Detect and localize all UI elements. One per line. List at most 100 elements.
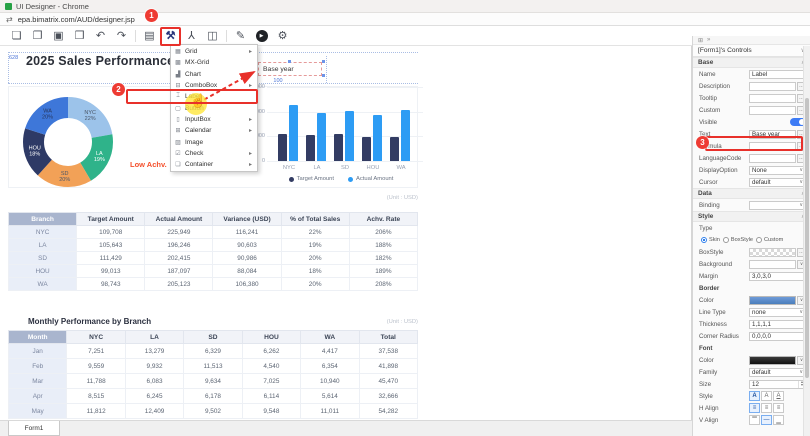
margin-input[interactable] [749,272,806,281]
new-file-icon[interactable]: ❏ [6,28,27,44]
name-input[interactable] [749,70,806,79]
menu-item-grid[interactable]: ▦Grid▸ [171,46,257,57]
table-cell: 9,502 [184,404,242,419]
design-canvas[interactable]: 628 2025 Sales Performance by Branch Bas… [0,46,692,420]
x-axis-label: WA [387,165,415,171]
table-cell: HOU [9,265,77,278]
scrollbar-thumb[interactable] [805,98,809,378]
url-bar[interactable]: ⇄ epa.bimatrix.com/AUD/designer.jsp [0,13,810,26]
custom-radio[interactable] [756,237,762,243]
align-left-button[interactable]: ≡ [749,403,760,413]
valign-middle-button[interactable]: ― [761,415,772,425]
menu-item-container[interactable]: ❏Container▸ [171,159,257,170]
displayoption-select[interactable]: None∨ [749,166,806,175]
menu-item-image[interactable]: ▨Image [171,136,257,147]
save-as-icon[interactable]: ❒ [69,28,90,44]
hierarchy-icon[interactable]: ⅄ [181,28,202,44]
family-select[interactable]: default∨ [749,368,806,377]
column-header: % of Total Sales [281,213,349,226]
row-corner-radius: Corner Radius [693,330,810,342]
table-cell: 9,548 [242,404,300,419]
table-cell: 6,245 [125,389,183,404]
table-row: LA105,643196,24690,60319%188% [9,239,418,252]
align-right-button[interactable]: ≡ [773,403,784,413]
row-font-style: Style A A A [693,390,810,402]
italic-button[interactable]: A [761,391,772,401]
edit-icon[interactable]: ✎ [230,28,251,44]
background-input[interactable] [749,260,796,269]
table-cell: 4,417 [301,344,359,359]
table-row: SD111,429202,41590,98620%182% [9,252,418,265]
menu-item-mx-grid[interactable]: ▩MX-Grid [171,57,257,68]
table-cell: Feb [9,359,67,374]
url-text[interactable]: epa.bimatrix.com/AUD/designer.jsp [18,15,135,24]
boxstyle-swatch[interactable] [749,248,796,257]
bold-button[interactable]: A [749,391,760,401]
menu-item-label: Chart [185,71,249,78]
menu-item-label: Container [185,161,249,168]
section-style[interactable]: Style ∧ [693,211,810,222]
valign-top-button[interactable]: ▔ [749,415,760,425]
bar-la-target [306,135,315,161]
table-cell: 11,513 [184,359,242,374]
valign-bottom-button[interactable]: ▁ [773,415,784,425]
skin-radio[interactable] [701,237,707,243]
window-title: UI Designer - Chrome [16,2,89,11]
section-base[interactable]: Base ∧ [693,57,810,68]
custom-input[interactable] [749,106,796,115]
border-color-swatch[interactable] [749,296,796,305]
align-center-button[interactable]: ≡ [761,403,772,413]
size-label: Size [699,381,749,388]
font-color-swatch[interactable] [749,356,796,365]
dataset-icon[interactable]: ◫ [202,28,223,44]
swap-tab-icon[interactable]: ⇄ [6,15,13,24]
settings-icon[interactable]: ⚙ [272,28,293,44]
menu-item-check[interactable]: ☑Check▸ [171,148,257,159]
table-cell: 111,429 [77,252,145,265]
row-background: Background ∨ [693,258,810,270]
boxstyle-radio[interactable] [723,237,729,243]
form1-tab[interactable]: Form1 [8,421,60,436]
dock-icon[interactable]: ⊞ [698,37,703,44]
redo-icon[interactable]: ↷ [111,28,132,44]
panel-minibar: ⊞ » [693,36,810,45]
save-icon[interactable]: ▣ [48,28,69,44]
linetype-select[interactable]: none∨ [749,308,806,317]
column-header: Achv. Rate [349,213,417,226]
section-data[interactable]: Data ∧ [693,188,810,199]
row-font-header: Font [693,342,810,354]
menu-item-calendar[interactable]: ⊞Calendar▸ [171,125,257,136]
binding-select[interactable]: ∨ [749,201,806,210]
data-source-icon[interactable]: ▤ [139,28,160,44]
table-cell: 8,515 [67,389,125,404]
row-name: Name [693,68,810,80]
branch-table: BranchTarget AmountActual AmountVariance… [8,212,418,291]
menu-item-inputbox[interactable]: ▯InputBox▸ [171,114,257,125]
base-year-label-control[interactable]: Base year [258,62,322,76]
menu-item-chart[interactable]: ▟Chart▸ [171,69,257,80]
corner-radius-input[interactable] [749,332,806,341]
run-icon[interactable]: ▶ [251,28,272,44]
row-custom: Custom … [693,104,810,116]
size-spinner[interactable]: 12▲▼ [749,380,806,389]
menu-item-button[interactable]: ▢Button [171,102,257,113]
table-cell: 6,354 [301,359,359,374]
description-input[interactable] [749,82,796,91]
column-header: Month [9,331,67,344]
form-tab-bar: Form1 [0,420,692,436]
languagecode-input[interactable] [749,154,796,163]
annotation-badge-2: 2 [112,83,125,96]
underline-button[interactable]: A [773,391,784,401]
table-cell: 6,083 [125,374,183,389]
section-style-title: Style [698,213,801,220]
cursor-select[interactable]: default∨ [749,178,806,187]
row-boxstyle: BoxStyle … [693,246,810,258]
tooltip-input[interactable] [749,94,796,103]
undo-icon[interactable]: ↶ [90,28,111,44]
open-icon[interactable]: ❐ [27,28,48,44]
collapse-panel-icon[interactable]: » [707,37,710,43]
panel-scrollbar[interactable] [803,46,810,436]
row-binding: Binding ∨ [693,199,810,211]
thickness-input[interactable] [749,320,806,329]
selection-handle [322,60,325,63]
